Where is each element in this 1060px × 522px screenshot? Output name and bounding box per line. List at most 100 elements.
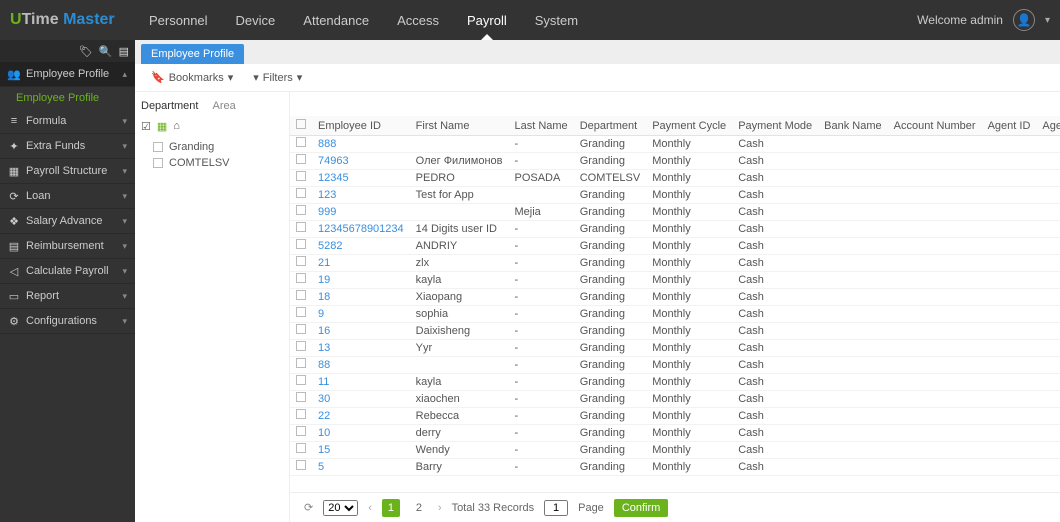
row-checkbox[interactable] <box>296 307 306 317</box>
row-checkbox[interactable] <box>296 409 306 419</box>
tree-tabs: Department Area <box>141 100 283 112</box>
sidebar-item-report[interactable]: ▭Report▾ <box>0 284 135 309</box>
sidebar-item-extra-funds[interactable]: ✦Extra Funds▾ <box>0 134 135 159</box>
row-checkbox[interactable] <box>296 426 306 436</box>
employee-id-link[interactable]: 5 <box>312 459 410 476</box>
user-avatar-icon[interactable]: 👤 <box>1013 9 1035 31</box>
row-checkbox[interactable] <box>296 358 306 368</box>
department-cell: Granding <box>574 323 647 340</box>
bookmarks-button[interactable]: 🔖 Bookmarks ▾ <box>151 71 233 84</box>
row-checkbox[interactable] <box>296 171 306 181</box>
employee-id-link[interactable]: 15 <box>312 442 410 459</box>
department-cell: Granding <box>574 340 647 357</box>
sidebar-item-configurations[interactable]: ⚙Configurations▾ <box>0 309 135 334</box>
sidebar-item-formula[interactable]: ≡Formula▾ <box>0 109 135 134</box>
collapse-icon[interactable]: ▤ <box>119 45 129 58</box>
row-checkbox[interactable] <box>296 188 306 198</box>
sidebar-subitem-employee-profile[interactable]: Employee Profile <box>0 87 135 109</box>
employee-id-link[interactable]: 21 <box>312 255 410 272</box>
employee-id-link[interactable]: 88 <box>312 357 410 374</box>
col-header[interactable]: Agent ID <box>982 116 1037 136</box>
page-number-input[interactable] <box>544 500 568 516</box>
employee-id-link[interactable]: 30 <box>312 391 410 408</box>
topnav-item-attendance[interactable]: Attendance <box>289 0 383 40</box>
row-checkbox[interactable] <box>296 273 306 283</box>
topnav-item-system[interactable]: System <box>521 0 592 40</box>
filter-icon: ▾ <box>253 71 259 84</box>
tree-hierarchy-icon[interactable]: ⌂ <box>173 120 180 133</box>
tree-expand-icon[interactable]: ▦ <box>157 120 167 133</box>
filters-button[interactable]: ▾ Filters ▾ <box>253 71 302 84</box>
row-checkbox[interactable] <box>296 324 306 334</box>
checkbox-icon[interactable] <box>153 158 163 168</box>
employee-id-link[interactable]: 19 <box>312 272 410 289</box>
row-checkbox[interactable] <box>296 290 306 300</box>
row-checkbox[interactable] <box>296 239 306 249</box>
row-checkbox[interactable] <box>296 341 306 351</box>
sidebar-item-reimbursement[interactable]: ▤Reimbursement▾ <box>0 234 135 259</box>
employee-id-link[interactable]: 11 <box>312 374 410 391</box>
sidebar-item-payroll-structure[interactable]: ▦Payroll Structure▾ <box>0 159 135 184</box>
col-header[interactable]: Employee ID <box>312 116 410 136</box>
row-checkbox[interactable] <box>296 392 306 402</box>
confirm-button[interactable]: Confirm <box>614 499 669 517</box>
tree-tab-area[interactable]: Area <box>212 100 235 112</box>
employee-id-link[interactable]: 13 <box>312 340 410 357</box>
sidebar-item-salary-advance[interactable]: ❖Salary Advance▾ <box>0 209 135 234</box>
employee-id-link[interactable]: 22 <box>312 408 410 425</box>
row-checkbox[interactable] <box>296 375 306 385</box>
topnav-item-device[interactable]: Device <box>222 0 290 40</box>
employee-id-link[interactable]: 74963 <box>312 153 410 170</box>
table-row: 999MejiaGrandingMonthlyCash✎ <box>290 204 1060 221</box>
reload-icon[interactable]: ⟳ <box>304 501 313 514</box>
employee-id-link[interactable]: 12345 <box>312 170 410 187</box>
row-checkbox[interactable] <box>296 222 306 232</box>
employee-id-link[interactable]: 16 <box>312 323 410 340</box>
tree-node-granding[interactable]: Granding <box>141 139 283 155</box>
col-header[interactable]: Last Name <box>508 116 573 136</box>
search-icon[interactable]: 🔍 <box>99 45 113 58</box>
col-header[interactable]: Agent Account <box>1036 116 1060 136</box>
next-page-icon[interactable]: › <box>438 502 442 514</box>
col-header[interactable]: Bank Name <box>818 116 887 136</box>
last-name-cell: - <box>508 391 573 408</box>
topnav-item-personnel[interactable]: Personnel <box>135 0 222 40</box>
tree-check-all-icon[interactable]: ☑ <box>141 120 151 133</box>
tab-employee-profile[interactable]: Employee Profile <box>141 44 244 64</box>
tree-node-comtelsv[interactable]: COMTELSV <box>141 155 283 171</box>
col-header[interactable]: Account Number <box>888 116 982 136</box>
sidebar-item-calculate-payroll[interactable]: ◁Calculate Payroll▾ <box>0 259 135 284</box>
col-header[interactable]: Department <box>574 116 647 136</box>
employee-id-link[interactable]: 123 <box>312 187 410 204</box>
sidebar-item-loan[interactable]: ⟳Loan▾ <box>0 184 135 209</box>
row-checkbox[interactable] <box>296 443 306 453</box>
user-menu-caret-icon[interactable]: ▾ <box>1045 15 1050 26</box>
row-checkbox[interactable] <box>296 137 306 147</box>
row-checkbox[interactable] <box>296 205 306 215</box>
employee-id-link[interactable]: 10 <box>312 425 410 442</box>
checkbox-icon[interactable] <box>153 142 163 152</box>
topnav-item-payroll[interactable]: Payroll <box>453 0 521 40</box>
row-checkbox[interactable] <box>296 256 306 266</box>
chevron-icon: ▾ <box>122 316 127 327</box>
page-size-select[interactable]: 20 <box>323 500 358 516</box>
employee-id-link[interactable]: 888 <box>312 136 410 153</box>
employee-id-link[interactable]: 18 <box>312 289 410 306</box>
row-checkbox[interactable] <box>296 460 306 470</box>
tag-icon[interactable]: 🏷 <box>79 45 93 58</box>
employee-id-link[interactable]: 5282 <box>312 238 410 255</box>
page-1-button[interactable]: 1 <box>382 499 400 517</box>
col-header[interactable]: Payment Cycle <box>646 116 732 136</box>
employee-id-link[interactable]: 999 <box>312 204 410 221</box>
col-header[interactable]: Payment Mode <box>732 116 818 136</box>
tree-tab-department[interactable]: Department <box>141 100 198 112</box>
sidebar-item-employee-profile[interactable]: 👥Employee Profile▴ <box>0 62 135 87</box>
select-all-checkbox[interactable] <box>296 119 306 129</box>
employee-id-link[interactable]: 9 <box>312 306 410 323</box>
col-header[interactable]: First Name <box>410 116 509 136</box>
page-2-button[interactable]: 2 <box>410 499 428 517</box>
prev-page-icon[interactable]: ‹ <box>368 502 372 514</box>
row-checkbox[interactable] <box>296 154 306 164</box>
topnav-item-access[interactable]: Access <box>383 0 453 40</box>
employee-id-link[interactable]: 12345678901234 <box>312 221 410 238</box>
